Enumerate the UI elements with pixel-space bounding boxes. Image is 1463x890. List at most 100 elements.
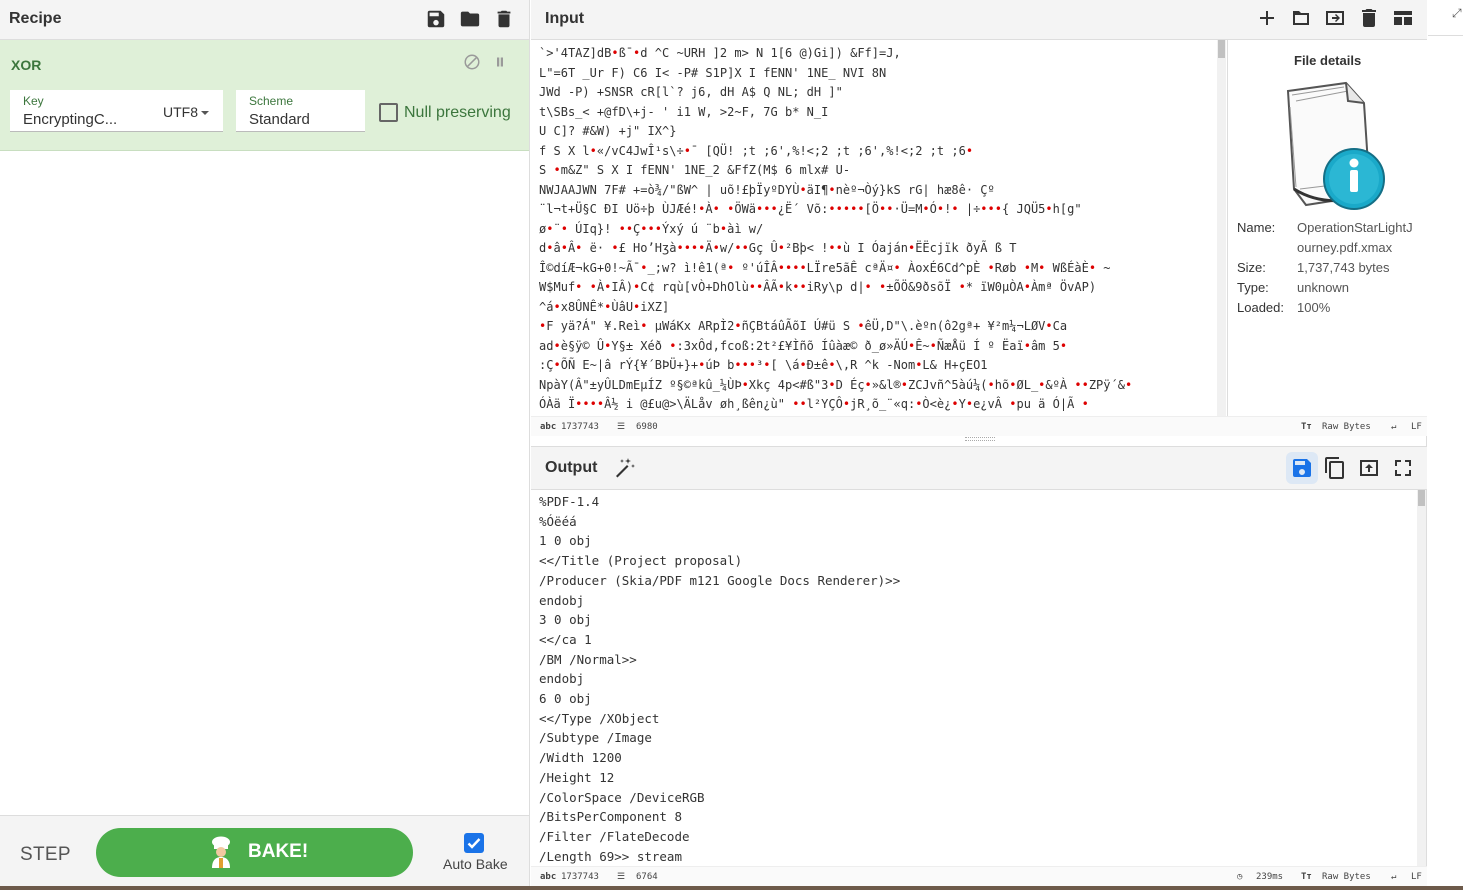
key-field[interactable]: Key EncryptingC... xyxy=(10,90,148,132)
input-line: ^á•x8ÛNÊ*•ÙâU•iXZ] xyxy=(539,299,670,314)
key-input[interactable]: EncryptingC... xyxy=(23,111,143,128)
input-length: 1737743 xyxy=(561,422,599,432)
input-line: ÓÀä Ï••••Â½ i @£u@>\ÄLåv øh¸ßên¿ù" ••l²Y… xyxy=(539,397,1089,411)
bake-bar: STEP BAKE! Auto Bake xyxy=(0,815,529,890)
io-panel: Input `>'4TAZ]dB•ß¯•d ^C ~URH ]2 m> N 1[… xyxy=(531,0,1427,890)
window-edge-top: ⤢ xyxy=(1428,0,1463,36)
output-title: Output xyxy=(545,459,598,476)
input-line: L"=6T _Ur F) C6 I< -P# S1P]X I fENN' 1NE… xyxy=(539,65,887,80)
null-preserving-label: Null preserving xyxy=(404,104,511,121)
name-value-line2: ourney.pdf.xmax xyxy=(1297,240,1393,255)
scheme-label: Scheme xyxy=(249,94,294,108)
auto-bake-label: Auto Bake xyxy=(443,856,508,872)
operation-name: XOR xyxy=(11,57,42,73)
clock-icon: ◷ xyxy=(1237,872,1243,882)
output-lines: 6764 xyxy=(636,872,658,882)
xor-operation[interactable]: XOR Key EncryptingC... UTF8 Scheme Stand… xyxy=(0,40,529,151)
type-value: unknown xyxy=(1297,280,1350,295)
input-scrollbar[interactable] xyxy=(1217,40,1226,416)
maximise-icon[interactable] xyxy=(1391,456,1415,480)
reset-layout-icon[interactable] xyxy=(1391,6,1415,30)
input-line: d•â•Â• ë· •£ HoʼHʒà••••Ä•w/••Gç Û•²Bþ< !… xyxy=(539,241,1017,255)
input-line: JWd -P) +SNSR cR[l`? j6, dH A$ Q NL; dH … xyxy=(539,85,843,99)
clear-input-trash-icon[interactable] xyxy=(1357,6,1381,30)
input-textarea[interactable]: `>'4TAZ]dB•ß¯•d ^C ~URH ]2 m> N 1[6 @)Gi… xyxy=(531,40,1216,416)
input-header: Input xyxy=(531,0,1427,40)
size-label: Size: xyxy=(1237,260,1266,275)
size-value: 1,737,743 bytes xyxy=(1297,260,1390,275)
check-icon xyxy=(467,838,481,849)
pause-icon[interactable] xyxy=(491,53,509,71)
output-length: 1737743 xyxy=(561,872,599,882)
open-file-icon[interactable] xyxy=(1323,6,1347,30)
lines-icon: ☰ xyxy=(617,872,626,882)
key-label: Key xyxy=(23,94,44,108)
caret-down-icon xyxy=(201,111,209,115)
expand-icon[interactable]: ⤢ xyxy=(1452,6,1462,21)
output-header: Output xyxy=(531,446,1427,490)
input-lines: 6980 xyxy=(636,422,658,432)
disable-icon[interactable] xyxy=(463,53,481,71)
output-eol[interactable]: LF xyxy=(1411,872,1422,882)
input-line: W$Muf• •À•IÂ)•C¢ rqù[vÒ+DhOlù••ÂÃ•k••iRy… xyxy=(539,280,1097,294)
save-icon[interactable] xyxy=(425,8,447,30)
input-line: NWJAAJWN 7F# +=ò¾/"ßW^ | uõ!£þÏyºDYÙ•äI¶… xyxy=(539,182,995,197)
scheme-field[interactable]: Scheme Standard xyxy=(236,90,365,132)
file-info-icon xyxy=(1286,81,1385,210)
background-photo-strip xyxy=(0,886,1463,890)
file-details-panel: File details Name: OperationStarLightJ o… xyxy=(1227,40,1427,416)
output-scrollbar[interactable] xyxy=(1417,490,1426,866)
magic-wand-icon[interactable] xyxy=(612,456,636,480)
auto-bake-checkbox[interactable] xyxy=(464,833,484,853)
input-line: NpàY(Â"±yÛLDmEµÍZ º§©ªkû_¼ÙÞ•Xkç 4p<#ß"3… xyxy=(539,377,1133,392)
text-format-icon[interactable]: Tт xyxy=(1301,872,1312,882)
text-format-icon[interactable]: Tт xyxy=(1301,422,1312,432)
type-label: Type: xyxy=(1237,280,1269,295)
input-status-bar: abc 1737743 ☰ 6980 Tт Raw Bytes ↵ LF xyxy=(531,416,1427,436)
replace-input-icon[interactable] xyxy=(1357,456,1381,480)
encoding-value: UTF8 xyxy=(163,104,198,120)
file-details-title: File details xyxy=(1294,53,1362,68)
input-line: ¨l¬t+Ü§C ÐI Uö÷þ ÙJÆé!•À• •ÖWä•••¿Ë´ Võ:… xyxy=(539,202,1082,216)
recipe-title: Recipe xyxy=(9,10,62,27)
name-value-line1: OperationStarLightJ xyxy=(1297,220,1413,235)
recipe-panel: Recipe XOR Key EncryptingC... UTF8 Schem… xyxy=(0,0,530,890)
length-icon: abc xyxy=(540,872,557,882)
scheme-select[interactable]: Standard xyxy=(249,111,310,128)
input-line: `>'4TAZ]dB•ß¯•d ^C ~URH ]2 m> N 1[6 @)Gi… xyxy=(539,46,901,60)
input-line: :Ç•ÕÑ E~|â rÝ{¥´BÞÜ+}+•úÞ b•••³•[ \á•Ð±ê… xyxy=(539,358,988,372)
lines-icon: ☰ xyxy=(617,422,626,432)
input-line: ø•¨• ÚIq}! ••Ç•••Ýxý ú ¨b•àì w/ xyxy=(539,221,764,236)
trash-icon[interactable] xyxy=(493,8,515,30)
input-line: U C]? #&W) +j" IX^} xyxy=(539,124,677,138)
eol-icon: ↵ xyxy=(1391,872,1397,882)
output-raw-bytes[interactable]: Raw Bytes xyxy=(1322,872,1371,882)
output-status-bar: abc 1737743 ☰ 6764 ◷ 239ms Tт Raw Bytes … xyxy=(531,866,1427,886)
cyberchef-app: Recipe XOR Key EncryptingC... UTF8 Schem… xyxy=(0,0,1463,890)
length-icon: abc xyxy=(540,422,557,432)
input-title: Input xyxy=(545,10,585,27)
add-input-plus-icon[interactable] xyxy=(1255,6,1279,30)
input-line: Î©díÆ¬kG+0!~Ã¯•_;w? ì!ê1(ª• º'úÎÂ••••LÏr… xyxy=(539,260,1111,275)
input-line: ad•è§ÿ© Û•Y§± Xéð •:3xÔd,fcoß:2t²£¥Ìñõ Í… xyxy=(539,338,1068,353)
input-line: S •m&Z" S X I fENN' 1NE_2 &FfZ(M$ 6 mlx#… xyxy=(539,163,851,177)
folder-icon[interactable] xyxy=(459,8,481,30)
bake-button[interactable]: BAKE! xyxy=(96,828,413,877)
window-edge: ⤢ xyxy=(1428,0,1463,890)
input-line: f S X l•«/vC4JwÎ¹s\÷•¯ [QÜ! ;t ;6',%!<;2… xyxy=(539,143,974,158)
recipe-header: Recipe xyxy=(0,0,529,40)
resize-handle[interactable] xyxy=(965,437,995,441)
step-button[interactable]: STEP xyxy=(20,844,71,866)
copy-icon[interactable] xyxy=(1323,456,1347,480)
open-folder-icon[interactable] xyxy=(1289,6,1313,30)
input-raw-bytes[interactable]: Raw Bytes xyxy=(1322,422,1371,432)
input-eol[interactable]: LF xyxy=(1411,422,1422,432)
name-label: Name: xyxy=(1237,220,1276,235)
output-textarea[interactable]: %PDF-1.4 %Óëéá 1 0 obj <</Title (Project… xyxy=(531,490,1416,866)
loaded-value: 100% xyxy=(1297,300,1331,315)
key-encoding-dropdown[interactable]: UTF8 xyxy=(148,90,223,132)
chef-icon xyxy=(212,836,230,868)
eol-icon: ↵ xyxy=(1391,422,1397,432)
save-output-icon[interactable] xyxy=(1286,452,1318,484)
null-preserving-checkbox[interactable] xyxy=(379,103,398,122)
